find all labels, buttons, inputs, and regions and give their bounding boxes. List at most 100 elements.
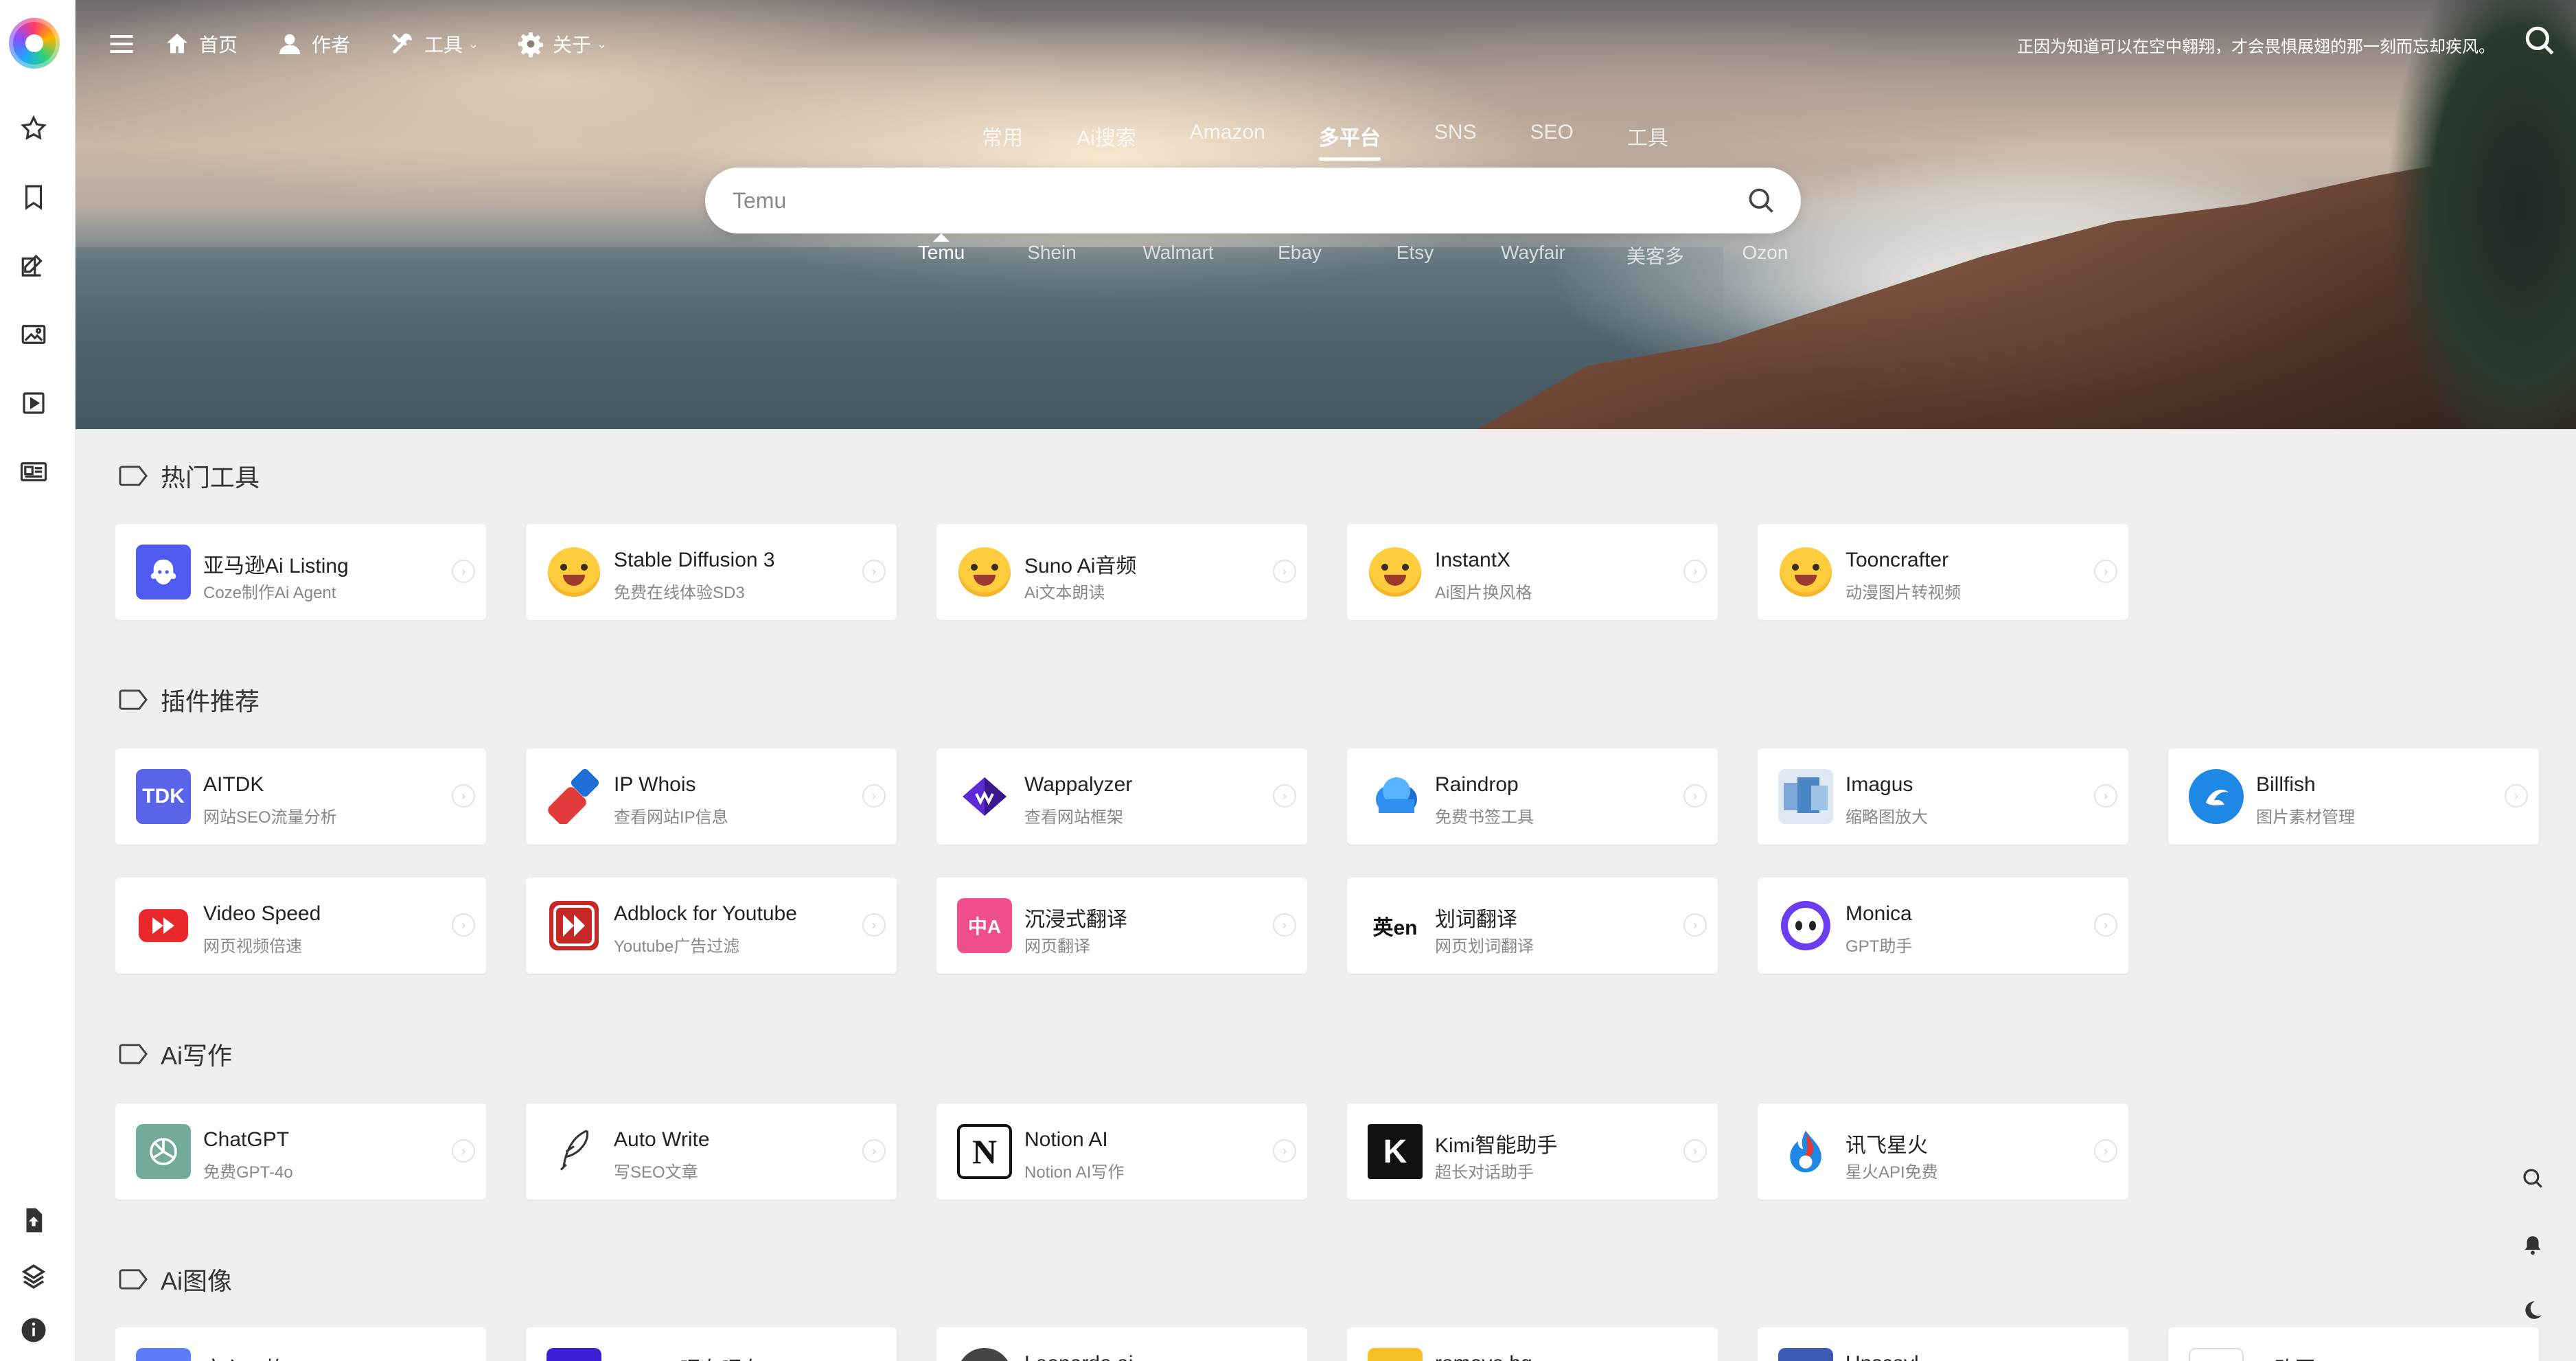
tool-card[interactable]: Video Speed 网页视频倍速 › — [115, 878, 486, 974]
tool-card[interactable]: Ai改图 › — [2168, 1327, 2539, 1361]
nav-home-label: 首页 — [199, 34, 238, 56]
bookmark-icon[interactable] — [18, 181, 49, 213]
engine-wayfair[interactable]: Wayfair — [1469, 242, 1597, 283]
image-icon[interactable] — [18, 319, 49, 350]
tool-card[interactable]: Imagus 缩略图放大 › — [1758, 748, 2128, 845]
arrow-right-icon[interactable]: › — [1683, 560, 1707, 583]
tool-card[interactable]: Billfish 图片素材管理 › — [2168, 748, 2539, 845]
arrow-right-icon[interactable]: › — [862, 913, 886, 937]
arrow-right-icon[interactable]: › — [1683, 784, 1707, 808]
arrow-right-icon[interactable]: › — [2094, 1139, 2117, 1163]
upload-icon[interactable] — [18, 1204, 49, 1236]
card-desc: Notion AI写作 — [1024, 1163, 1125, 1182]
tool-card[interactable]: 讯飞星火 星火API免费 › — [1758, 1103, 2128, 1200]
card-name: InstantX — [1435, 549, 1511, 571]
arrow-right-icon[interactable]: › — [2505, 784, 2528, 808]
arrow-right-icon[interactable]: › — [1273, 913, 1296, 937]
card-name: 亚马逊Ai Listing — [203, 555, 349, 577]
arrow-right-icon[interactable]: › — [1683, 1139, 1707, 1163]
tab-multi-platform[interactable]: 多平台 — [1318, 117, 1381, 161]
nav-about[interactable]: 关于 ⌄ — [517, 30, 607, 58]
tool-card[interactable]: Tooncrafter 动漫图片转视频 › — [1758, 524, 2128, 620]
tab-sns[interactable]: SNS — [1434, 117, 1477, 161]
layers-icon[interactable] — [18, 1261, 49, 1292]
home-icon — [167, 34, 187, 54]
search-icon[interactable] — [1746, 185, 1776, 216]
card-name: AITDK — [203, 773, 264, 796]
hugging-face-icon — [547, 545, 601, 599]
kimi-icon: K — [1368, 1124, 1423, 1179]
tool-card[interactable]: LiblibAi哩布哩布 › — [526, 1327, 897, 1361]
nav-author[interactable]: 作者 — [276, 30, 350, 58]
tool-card[interactable]: remove.bg › — [1347, 1327, 1718, 1361]
info-icon[interactable] — [18, 1314, 49, 1346]
arrow-right-icon[interactable]: › — [452, 560, 475, 583]
arrow-right-icon[interactable]: › — [2094, 784, 2117, 808]
engine-ebay[interactable]: Ebay — [1239, 242, 1361, 283]
card-name: Notion AI — [1024, 1128, 1108, 1151]
bell-icon[interactable] — [2517, 1229, 2549, 1261]
tool-card[interactable]: 英en 划词翻译 网页划词翻译 › — [1347, 878, 1718, 974]
site-logo[interactable] — [9, 18, 60, 69]
tool-card[interactable]: InstantX Ai图片换风格 › — [1347, 524, 1718, 620]
arrow-right-icon[interactable]: › — [452, 784, 475, 808]
menu-icon[interactable] — [103, 25, 140, 62]
tab-seo[interactable]: SEO — [1530, 117, 1574, 161]
edit-icon[interactable] — [18, 250, 49, 282]
news-icon[interactable] — [18, 456, 49, 488]
tool-card[interactable]: 文心一格 › — [115, 1327, 486, 1361]
section-title-text: Ai图像 — [161, 1267, 233, 1295]
tool-card[interactable]: K Kimi智能助手 超长对话助手 › — [1347, 1103, 1718, 1200]
engine-ozon[interactable]: Ozon — [1714, 242, 1817, 283]
tool-card[interactable]: Monica GPT助手 › — [1758, 878, 2128, 974]
card-name: LiblibAi哩布哩布 — [614, 1352, 763, 1361]
search-input[interactable] — [733, 168, 1714, 233]
nav-tools[interactable]: 工具 ⌄ — [389, 30, 479, 58]
tool-card[interactable]: N Notion AI Notion AI写作 › — [936, 1103, 1307, 1200]
tab-amazon[interactable]: Amazon — [1190, 117, 1265, 161]
tool-card[interactable]: ChatGPT 免费GPT-4o › — [115, 1103, 486, 1200]
arrow-right-icon[interactable]: › — [862, 560, 886, 583]
tool-card[interactable]: IP Whois 查看网站IP信息 › — [526, 748, 897, 845]
arrow-right-icon[interactable]: › — [2094, 913, 2117, 937]
video-icon[interactable] — [18, 387, 49, 419]
moon-icon[interactable] — [2517, 1294, 2549, 1326]
arrow-right-icon[interactable]: › — [1683, 913, 1707, 937]
tool-card[interactable]: Adblock for Youtube Youtube广告过滤 › — [526, 878, 897, 974]
engine-temu[interactable]: Temu — [897, 233, 986, 283]
video-speed-icon — [136, 898, 191, 953]
arrow-right-icon[interactable]: › — [1273, 784, 1296, 808]
nav-home[interactable]: 首页 — [163, 30, 238, 58]
search-icon[interactable] — [2522, 23, 2558, 59]
tool-card[interactable]: 亚马逊Ai Listing Coze制作Ai Agent › — [115, 524, 486, 620]
card-name: 沉浸式翻译 — [1024, 908, 1127, 931]
arrow-right-icon[interactable]: › — [2094, 560, 2117, 583]
star-icon[interactable] — [18, 113, 49, 144]
tab-ai-search[interactable]: Ai搜索 — [1077, 117, 1136, 161]
tool-card[interactable]: Wappalyzer 查看网站框架 › — [936, 748, 1307, 845]
search-icon[interactable] — [2517, 1163, 2549, 1194]
tool-card[interactable]: Auto Write 写SEO文章 › — [526, 1103, 897, 1200]
tab-tools[interactable]: 工具 — [1627, 117, 1668, 161]
tool-card[interactable]: Stable Diffusion 3 免费在线体验SD3 › — [526, 524, 897, 620]
arrow-right-icon[interactable]: › — [862, 1139, 886, 1163]
engine-shein[interactable]: Shein — [986, 242, 1118, 283]
tool-card[interactable]: TDK AITDK 网站SEO流量分析 › — [115, 748, 486, 845]
card-desc: 缩略图放大 — [1845, 808, 1928, 827]
engine-etsy[interactable]: Etsy — [1361, 242, 1469, 283]
card-desc: 动漫图片转视频 — [1845, 584, 1961, 602]
arrow-right-icon[interactable]: › — [452, 1139, 475, 1163]
tab-common[interactable]: 常用 — [982, 117, 1023, 161]
engine-mercadolibre[interactable]: 美客多 — [1597, 242, 1714, 283]
arrow-right-icon[interactable]: › — [1273, 1139, 1296, 1163]
arrow-right-icon[interactable]: › — [452, 913, 475, 937]
tool-card[interactable]: Raindrop 免费书签工具 › — [1347, 748, 1718, 845]
tool-card[interactable]: Suno Ai音频 Ai文本朗读 › — [936, 524, 1307, 620]
arrow-right-icon[interactable]: › — [1273, 560, 1296, 583]
top-nav: 首页 作者 工具 ⌄ 关于 ⌄ — [103, 25, 645, 63]
arrow-right-icon[interactable]: › — [862, 784, 886, 808]
tool-card[interactable]: Upscayl › — [1758, 1327, 2128, 1361]
tool-card[interactable]: Leonardo.ai › — [936, 1327, 1307, 1361]
tool-card[interactable]: 中A 沉浸式翻译 网页翻译 › — [936, 878, 1307, 974]
engine-walmart[interactable]: Walmart — [1118, 242, 1239, 283]
